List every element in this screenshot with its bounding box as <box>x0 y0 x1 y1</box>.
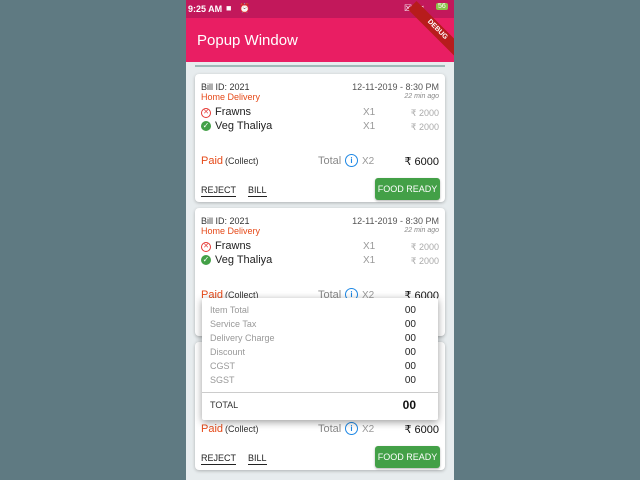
bill-button[interactable]: BILL <box>248 185 267 197</box>
popup-row-label: CGST <box>210 361 236 371</box>
popup-row-label: SGST <box>210 375 235 385</box>
popup-divider <box>202 392 438 393</box>
total-price: ₹ 6000 <box>404 424 439 436</box>
popup-row: Delivery Charge 00 <box>210 333 430 344</box>
bill-id: Bill ID: 2021 <box>201 216 250 226</box>
popup-row: SGST 00 <box>210 375 430 386</box>
reject-button[interactable]: REJECT <box>201 453 237 465</box>
check-icon: ✓ <box>201 255 211 265</box>
item-qty: X1 <box>363 121 376 132</box>
item-name: Frawns <box>215 240 252 252</box>
payment-status: Paid <box>201 423 224 435</box>
total-price: ₹ 6000 <box>404 156 439 168</box>
order-date: 12-11-2019 - 8:30 PM <box>352 216 439 226</box>
popup-row-value: 00 <box>404 375 416 386</box>
list-divider <box>195 65 445 67</box>
popup-row: Item Total 00 <box>210 305 430 316</box>
item-price: ₹ 2000 <box>410 242 439 252</box>
reject-button[interactable]: REJECT <box>201 185 237 197</box>
order-card: Bill ID: 2021 12-11-2019 - 8:30 PM Home … <box>195 74 445 202</box>
food-ready-button[interactable]: FOOD READY <box>375 178 440 200</box>
popup-row: Service Tax 00 <box>210 319 430 330</box>
alarm-icon: ⏰ <box>239 3 251 13</box>
popup-row-value: 00 <box>404 347 416 358</box>
bill-id: Bill ID: 2021 <box>201 82 250 92</box>
item-qty: X1 <box>363 255 376 266</box>
popup-total-label: TOTAL <box>210 400 239 410</box>
total-qty: X2 <box>362 424 375 435</box>
order-date: 12-11-2019 - 8:30 PM <box>352 82 439 92</box>
payment-status: Paid <box>201 155 224 167</box>
bill-button[interactable]: BILL <box>248 453 267 465</box>
video-icon: ■ <box>226 3 232 13</box>
phone-screen: 9:25 AM ■ ⏰ ☒ ≋ 56 Popup Window DEBUG Bi… <box>186 0 454 480</box>
popup-row-value: 00 <box>404 305 416 316</box>
info-icon[interactable]: i <box>345 422 358 435</box>
time-ago: 22 min ago <box>404 93 439 100</box>
check-icon: ✓ <box>201 121 211 131</box>
popup-row-value: 00 <box>404 319 416 330</box>
cancel-icon: ✕ <box>201 108 211 118</box>
delivery-type: Home Delivery <box>201 226 261 236</box>
item-name: Frawns <box>215 106 252 118</box>
item-qty: X1 <box>363 241 376 252</box>
popup-total-value: 00 <box>402 398 416 412</box>
popup-row-value: 00 <box>404 333 416 344</box>
item-name: Veg Thaliya <box>215 120 273 132</box>
app-bar: Popup Window DEBUG <box>186 1 454 62</box>
total-qty: X2 <box>362 156 375 167</box>
popup-row-label: Service Tax <box>210 319 257 329</box>
popup-row-value: 00 <box>404 361 416 372</box>
item-name: Veg Thaliya <box>215 254 273 266</box>
item-price: ₹ 2000 <box>410 256 439 266</box>
item-price: ₹ 2000 <box>410 122 439 132</box>
popup-row-label: Item Total <box>210 305 249 315</box>
status-time: 9:25 AM <box>188 4 223 14</box>
item-price: ₹ 2000 <box>410 108 439 118</box>
bill-breakdown-popup: Item Total 00 Service Tax 00 Delivery Ch… <box>202 298 438 420</box>
item-qty: X1 <box>363 107 376 118</box>
payment-mode: (Collect) <box>225 156 259 166</box>
battery-icon: 56 <box>436 3 448 10</box>
page-title: Popup Window <box>197 32 298 49</box>
popup-row: CGST 00 <box>210 361 430 372</box>
delivery-type: Home Delivery <box>201 92 261 102</box>
cancel-icon: ✕ <box>201 242 211 252</box>
popup-row-label: Discount <box>210 347 246 357</box>
total-label: Total <box>318 155 342 167</box>
info-icon[interactable]: i <box>345 154 358 167</box>
popup-row: Discount 00 <box>210 347 430 358</box>
popup-row-label: Delivery Charge <box>210 333 275 343</box>
total-label: Total <box>318 423 342 435</box>
payment-mode: (Collect) <box>225 424 259 434</box>
time-ago: 22 min ago <box>404 227 439 234</box>
food-ready-button[interactable]: FOOD READY <box>375 446 440 468</box>
